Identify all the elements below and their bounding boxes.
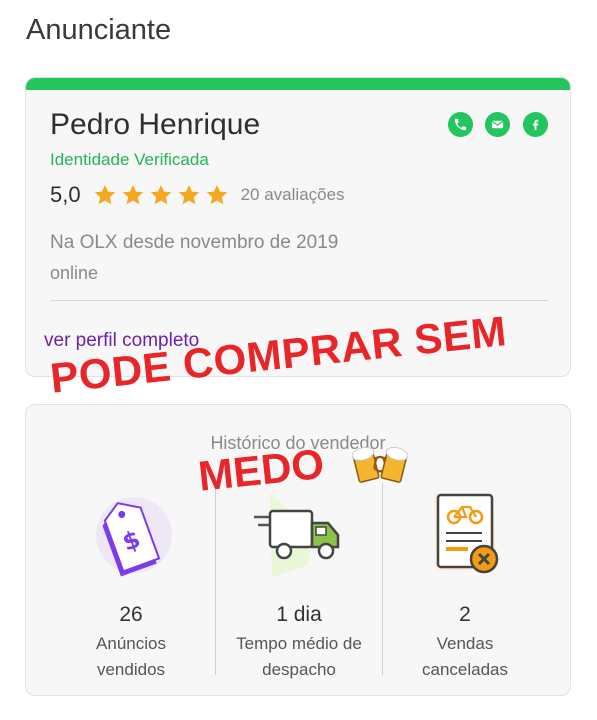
beer-mugs-emoji [352, 446, 409, 483]
price-tag-icon: $ [96, 497, 172, 577]
star-icon [122, 185, 143, 205]
star-icon [150, 185, 171, 205]
stat-value: 26 [119, 603, 143, 626]
star-icon [206, 185, 227, 205]
cancelled-order-icon [434, 493, 499, 574]
delivery-truck-icon [254, 493, 340, 577]
facebook-icon[interactable] [523, 112, 548, 137]
stat-label: Tempo médio de despacho [236, 634, 362, 679]
stat-value: 1 dia [276, 603, 322, 626]
online-status: online [50, 263, 99, 283]
star-icon [94, 185, 115, 205]
star-rating [93, 183, 229, 207]
member-since: Na OLX desde novembro de 2019 [50, 232, 339, 253]
email-icon[interactable] [485, 112, 510, 137]
stat-value: 2 [459, 603, 471, 626]
stat-sold-ads: $ 26 Anúncios vendidos [48, 491, 214, 691]
star-icon [178, 185, 199, 205]
verified-identity-label: Identidade Verificada [50, 150, 209, 169]
stat-dispatch-time: 1 dia Tempo médio de despacho [216, 491, 382, 691]
card-accent-bar [26, 78, 570, 90]
seller-name: Pedro Henrique [50, 108, 261, 141]
reviews-count-link[interactable]: 20 avaliações [241, 185, 345, 205]
rating-value: 5,0 [50, 182, 81, 207]
rating-row: 5,0 20 avaliações [50, 180, 345, 210]
stat-label: Vendas canceladas [421, 634, 508, 679]
phone-icon[interactable] [448, 112, 473, 137]
stat-label: Anúncios vendidos [96, 634, 166, 679]
section-title: Anunciante [26, 14, 172, 46]
stat-cancelled-sales: 2 Vendas canceladas [382, 491, 548, 691]
divider [50, 300, 548, 301]
